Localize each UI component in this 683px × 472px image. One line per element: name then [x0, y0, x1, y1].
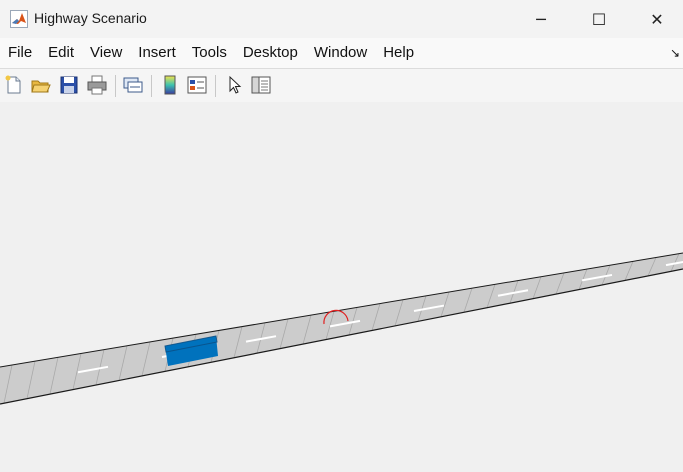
- menu-desktop[interactable]: Desktop: [235, 38, 306, 68]
- menu-edit[interactable]: Edit: [40, 38, 82, 68]
- print-icon[interactable]: [86, 74, 108, 96]
- save-icon[interactable]: [58, 74, 80, 96]
- road-surface: [0, 253, 683, 404]
- title-bar[interactable]: Highway Scenario ─ ☐ ✕: [0, 0, 683, 38]
- minimize-button[interactable]: ─: [512, 0, 570, 38]
- menubar-dock-arrow-icon[interactable]: ↘: [670, 46, 680, 60]
- figure-toolbar: [0, 68, 683, 103]
- menu-file[interactable]: File: [0, 38, 40, 68]
- menu-view[interactable]: View: [82, 38, 130, 68]
- figure-window: Highway Scenario ─ ☐ ✕ File Edit View In…: [0, 0, 683, 472]
- menu-bar: File Edit View Insert Tools Desktop Wind…: [0, 38, 683, 68]
- menu-window[interactable]: Window: [306, 38, 375, 68]
- close-button[interactable]: ✕: [628, 0, 683, 38]
- road-edge-top: [0, 252, 683, 368]
- insert-colorbar-icon[interactable]: [159, 74, 181, 96]
- link-plot-icon[interactable]: [122, 74, 144, 96]
- window-title: Highway Scenario: [34, 10, 147, 26]
- edit-plot-icon[interactable]: [224, 74, 246, 96]
- scenario-plot-area[interactable]: [0, 102, 683, 472]
- menu-help[interactable]: Help: [375, 38, 422, 68]
- open-file-icon[interactable]: [30, 74, 52, 96]
- toolbar-separator: [151, 75, 152, 97]
- insert-legend-icon[interactable]: [186, 74, 208, 96]
- maximize-button[interactable]: ☐: [570, 0, 628, 38]
- open-property-inspector-icon[interactable]: [250, 74, 272, 96]
- toolbar-separator: [115, 75, 116, 97]
- new-figure-icon[interactable]: [3, 74, 25, 96]
- matlab-logo-icon: [10, 10, 28, 28]
- menu-tools[interactable]: Tools: [184, 38, 235, 68]
- road-edge-bottom: [0, 268, 683, 405]
- menu-insert[interactable]: Insert: [130, 38, 184, 68]
- toolbar-separator: [215, 75, 216, 97]
- highway-scene: [0, 252, 683, 405]
